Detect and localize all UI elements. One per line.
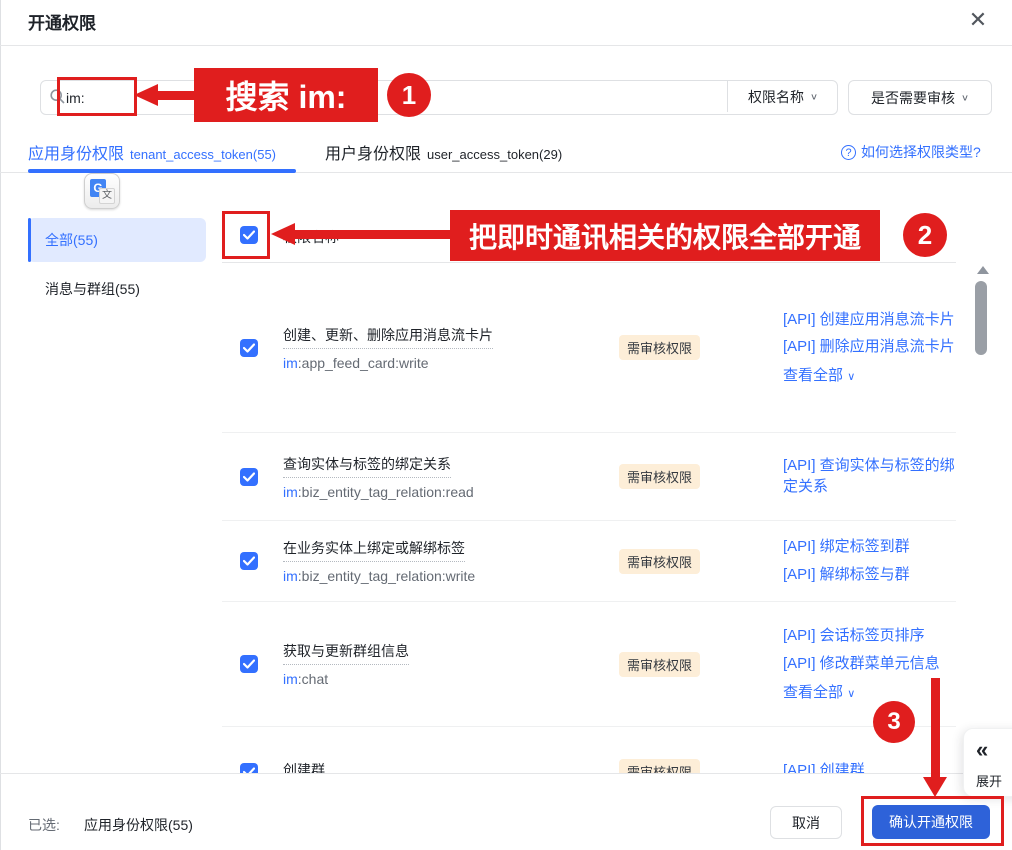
selected-value: 应用身份权限(55) — [84, 815, 193, 835]
translate-wen-glyph: 文 — [99, 188, 115, 204]
header-divider — [0, 45, 1012, 46]
annotation-rect-search — [57, 77, 137, 116]
annotation-step3-number: 3 — [873, 701, 915, 743]
api-link[interactable]: [API] 删除应用消息流卡片 — [783, 337, 956, 357]
chevron-down-icon: ∨ — [961, 92, 969, 102]
permission-row: 在业务实体上绑定或解绑标签 im:biz_entity_tag_relation… — [222, 521, 956, 602]
permission-list: 创建、更新、删除应用消息流卡片 im:app_feed_card:write 需… — [222, 263, 956, 773]
review-filter-dropdown-label: 是否需要审核 — [871, 88, 955, 108]
dialog-left-border — [0, 0, 1, 850]
sidebar-selected-bar — [28, 218, 31, 262]
permission-title: 创建群 — [283, 760, 325, 774]
annotation-arrowhead-3 — [923, 777, 947, 797]
row-checkbox[interactable] — [240, 339, 258, 357]
annotation-arrowhead-1 — [134, 84, 158, 106]
review-required-badge: 需审核权限 — [619, 759, 700, 773]
chevron-down-icon: ∨ — [847, 688, 855, 700]
annotation-arrowhead-2 — [271, 223, 295, 245]
chevron-down-icon: ∨ — [847, 371, 855, 383]
sidebar-item-all[interactable]: 全部(55) — [28, 218, 206, 262]
permission-code: im:chat — [283, 671, 601, 687]
active-tab-underline — [28, 169, 296, 173]
google-translate-icon[interactable]: G 文 — [84, 173, 120, 209]
permission-code: im:biz_entity_tag_relation:read — [283, 484, 601, 500]
expand-label: 展开 — [976, 771, 1002, 790]
tab-label: 用户身份权限 — [325, 146, 421, 163]
view-all-link[interactable]: 查看全部 ∨ — [783, 364, 956, 385]
footer-divider — [0, 773, 1012, 774]
api-link[interactable]: [API] 绑定标签到群 — [783, 537, 956, 557]
permission-row: 获取与更新群组信息 im:chat 需审核权限 [API] 会话标签页排序 [AP… — [222, 602, 956, 727]
help-link-label: 如何选择权限类型? — [861, 142, 981, 162]
tab-tenant-access-token[interactable]: 应用身份权限 tenant_access_token(55) — [28, 140, 276, 164]
permission-code: im:biz_entity_tag_relation:write — [283, 568, 601, 584]
permission-row: 创建群 需审核权限 [API] 创建群 — [222, 727, 956, 773]
tab-user-access-token[interactable]: 用户身份权限 user_access_token(29) — [325, 140, 562, 164]
api-link[interactable]: [API] 查询实体与标签的绑定关系 — [783, 456, 956, 497]
row-checkbox[interactable] — [240, 763, 258, 774]
annotation-rect-checkbox — [222, 211, 270, 259]
search-field-dropdown-label: 权限名称 — [748, 87, 804, 107]
scrollbar-thumb[interactable] — [975, 281, 987, 355]
annotation-step1-number: 1 — [387, 73, 431, 117]
api-link[interactable]: [API] 会话标签页排序 — [783, 626, 956, 646]
row-checkbox[interactable] — [240, 552, 258, 570]
tab-token: user_access_token(29) — [427, 147, 562, 162]
api-link[interactable]: [API] 解绑标签与群 — [783, 565, 956, 585]
review-required-badge: 需审核权限 — [619, 335, 700, 360]
annotation-arrow-1 — [156, 91, 196, 100]
annotation-step2-number: 2 — [903, 213, 947, 257]
permission-title: 在业务实体上绑定或解绑标签 — [283, 538, 465, 562]
chevron-down-icon: ∨ — [810, 91, 818, 101]
tab-label: 应用身份权限 — [28, 146, 124, 163]
permission-title: 查询实体与标签的绑定关系 — [283, 454, 451, 478]
annotation-arrow-2 — [293, 230, 452, 239]
permission-title: 创建、更新、删除应用消息流卡片 — [283, 325, 493, 349]
selected-label: 已选: — [28, 815, 60, 835]
review-filter-dropdown[interactable]: 是否需要审核 ∨ — [848, 80, 992, 115]
api-link[interactable]: [API] 创建应用消息流卡片 — [783, 310, 956, 330]
help-link[interactable]: ? 如何选择权限类型? — [841, 142, 981, 162]
review-required-badge: 需审核权限 — [619, 464, 700, 489]
double-chevron-left-icon: « — [976, 737, 988, 763]
row-checkbox[interactable] — [240, 468, 258, 486]
permission-row: 创建、更新、删除应用消息流卡片 im:app_feed_card:write 需… — [222, 263, 956, 433]
tab-token: tenant_access_token(55) — [130, 147, 276, 162]
close-icon[interactable]: ✕ — [964, 6, 992, 34]
sidebar-item-label: 全部(55) — [45, 230, 98, 250]
expand-panel[interactable]: « 展开 — [963, 728, 1012, 797]
scrollbar-up-arrow-icon[interactable] — [977, 266, 989, 274]
search-field-dropdown[interactable]: 权限名称 ∨ — [727, 81, 838, 112]
annotation-rect-confirm — [861, 796, 1004, 846]
row-checkbox[interactable] — [240, 655, 258, 673]
permission-row: 查询实体与标签的绑定关系 im:biz_entity_tag_relation:… — [222, 433, 956, 521]
dialog-title: 开通权限 — [28, 9, 96, 34]
sidebar-item-label: 消息与群组(55) — [45, 279, 140, 299]
annotation-step1-box: 搜索 im: — [194, 68, 378, 122]
permission-title: 获取与更新群组信息 — [283, 641, 409, 665]
open-permissions-dialog: 开通权限 ✕ 权限名称 ∨ 是否需要审核 ∨ 应用身份权限 tenant_acce… — [0, 0, 1012, 850]
api-link[interactable]: [API] 修改群菜单元信息 — [783, 654, 956, 674]
annotation-arrow-3 — [931, 678, 940, 781]
sidebar-item-message-group[interactable]: 消息与群组(55) — [28, 270, 206, 308]
cancel-button[interactable]: 取消 — [770, 806, 842, 839]
review-required-badge: 需审核权限 — [619, 549, 700, 574]
view-all-label: 查看全部 — [783, 367, 843, 384]
review-required-badge: 需审核权限 — [619, 652, 700, 677]
permission-code: im:app_feed_card:write — [283, 355, 601, 371]
annotation-step2-box: 把即时通讯相关的权限全部开通 — [450, 210, 880, 261]
view-all-label: 查看全部 — [783, 684, 843, 701]
help-circle-icon: ? — [841, 145, 856, 160]
